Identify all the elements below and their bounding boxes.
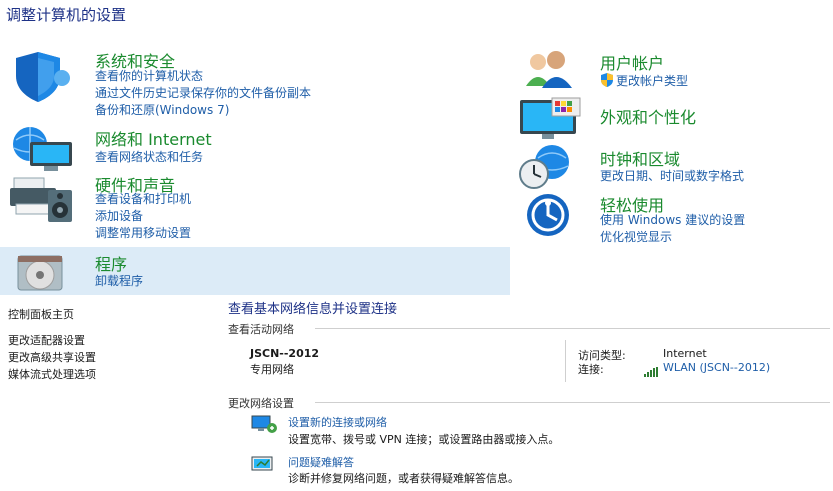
- task-troubleshoot[interactable]: 问题疑难解答: [288, 454, 354, 470]
- new-connection-icon: [250, 414, 278, 434]
- sidebar-adapter-settings[interactable]: 更改适配器设置: [8, 332, 85, 348]
- change-settings-divider: [315, 402, 830, 403]
- sidebar-control-panel-home[interactable]: 控制面板主页: [8, 306, 74, 322]
- task-troubleshoot-desc: 诊断并修复网络问题，或者获得疑难解答信息。: [288, 472, 519, 485]
- network-name: JSCN--2012: [250, 347, 320, 360]
- link-change-account-type[interactable]: 更改帐户类型: [616, 72, 688, 89]
- troubleshoot-icon: [250, 454, 278, 474]
- link-network-status[interactable]: 查看网络状态和任务: [95, 148, 203, 165]
- link-backup-restore[interactable]: 备份和还原(Windows 7): [95, 101, 229, 118]
- link-devices-printers[interactable]: 查看设备和打印机: [95, 190, 191, 207]
- change-settings-label: 更改网络设置: [228, 397, 294, 410]
- page-title: 调整计算机的设置: [6, 6, 127, 24]
- category-user-title[interactable]: 用户帐户: [600, 50, 664, 74]
- wifi-signal-icon: [644, 362, 660, 377]
- network-info-divider: [565, 340, 566, 382]
- task-setup-connection[interactable]: 设置新的连接或网络: [288, 414, 387, 430]
- uac-shield-icon: [600, 72, 614, 87]
- category-network-title[interactable]: 网络和 Internet: [95, 126, 212, 150]
- link-uninstall-program[interactable]: 卸载程序: [95, 272, 143, 289]
- network-globe-icon[interactable]: [8, 124, 72, 180]
- sidebar-advanced-sharing[interactable]: 更改高级共享设置: [8, 349, 96, 365]
- active-networks-label: 查看活动网络: [228, 323, 294, 336]
- programs-disc-icon[interactable]: [14, 252, 78, 308]
- printer-speaker-icon[interactable]: [8, 174, 72, 230]
- network-type: 专用网络: [250, 363, 294, 376]
- link-add-device[interactable]: 添加设备: [95, 207, 143, 224]
- category-appearance-title[interactable]: 外观和个性化: [600, 104, 696, 128]
- active-networks-divider: [315, 328, 830, 329]
- link-windows-recommended[interactable]: 使用 Windows 建议的设置: [600, 211, 745, 228]
- link-change-date-time-format[interactable]: 更改日期、时间或数字格式: [600, 167, 744, 184]
- link-view-computer-status[interactable]: 查看你的计算机状态: [95, 67, 203, 84]
- sidebar-media-streaming[interactable]: 媒体流式处理选项: [8, 366, 96, 382]
- access-type-value: Internet: [663, 347, 707, 360]
- connection-wlan-link[interactable]: WLAN (JSCN--2012): [663, 361, 770, 374]
- connection-label: 连接:: [578, 363, 604, 376]
- link-mobility-settings[interactable]: 调整常用移动设置: [95, 224, 191, 241]
- shield-icon[interactable]: [8, 48, 72, 104]
- ease-of-access-icon[interactable]: [516, 192, 580, 248]
- link-file-history[interactable]: 通过文件历史记录保存你的文件备份副本: [95, 84, 311, 101]
- task-setup-connection-desc: 设置宽带、拨号或 VPN 连接；或设置路由器或接入点。: [288, 433, 560, 446]
- link-optimize-visual[interactable]: 优化视觉显示: [600, 228, 672, 245]
- network-center-header: 查看基本网络信息并设置连接: [228, 302, 398, 317]
